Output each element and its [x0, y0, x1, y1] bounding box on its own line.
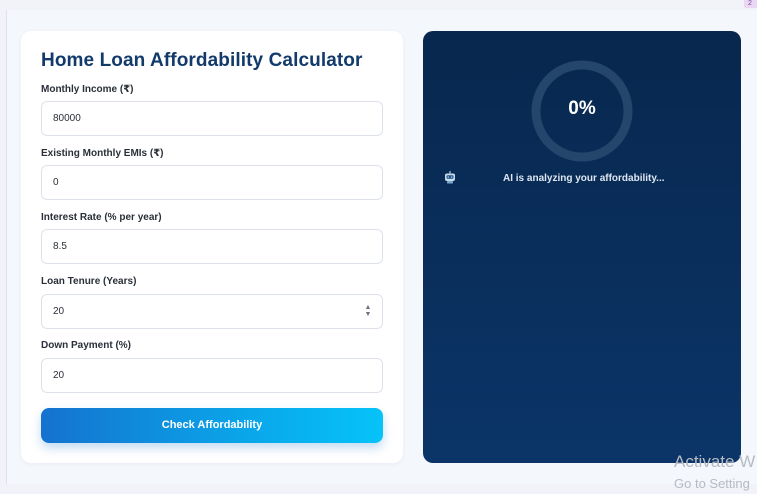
loan-tenure-value: 20 — [53, 306, 65, 317]
down-payment-label: Down Payment (%) — [41, 340, 132, 351]
down-payment-input[interactable]: 20 — [41, 358, 383, 393]
interest-rate-input[interactable]: 8.5 — [41, 229, 383, 264]
spinner-arrows-icon[interactable]: ▲ ▼ — [364, 304, 372, 320]
form-title: Home Loan Affordability Calculator — [41, 50, 363, 71]
monthly-income-label: Monthly Income (₹) — [41, 84, 134, 95]
existing-emis-label: Existing Monthly EMIs (₹) — [41, 148, 164, 159]
progress-value: 0% — [568, 98, 596, 119]
robot-icon — [445, 171, 455, 184]
existing-emis-input[interactable]: 0 — [41, 165, 383, 200]
result-panel: 0% AI is analyzing your affordability... — [423, 31, 741, 463]
calculator-form: Home Loan Affordability Calculator Month… — [21, 31, 403, 463]
activation-watermark-title: Activate W — [674, 452, 756, 471]
analysis-status: AI is analyzing your affordability... — [503, 173, 665, 184]
activation-watermark-subtitle: Go to Setting — [674, 476, 750, 491]
check-affordability-button[interactable]: Check Affordability — [41, 408, 383, 443]
corner-tab[interactable]: 2 — [744, 0, 757, 8]
loan-tenure-label: Loan Tenure (Years) — [41, 276, 137, 287]
interest-rate-label: Interest Rate (% per year) — [41, 212, 162, 223]
monthly-income-input[interactable]: 80000 — [41, 101, 383, 136]
loan-tenure-select[interactable]: 20 ▲ ▼ — [41, 294, 383, 329]
